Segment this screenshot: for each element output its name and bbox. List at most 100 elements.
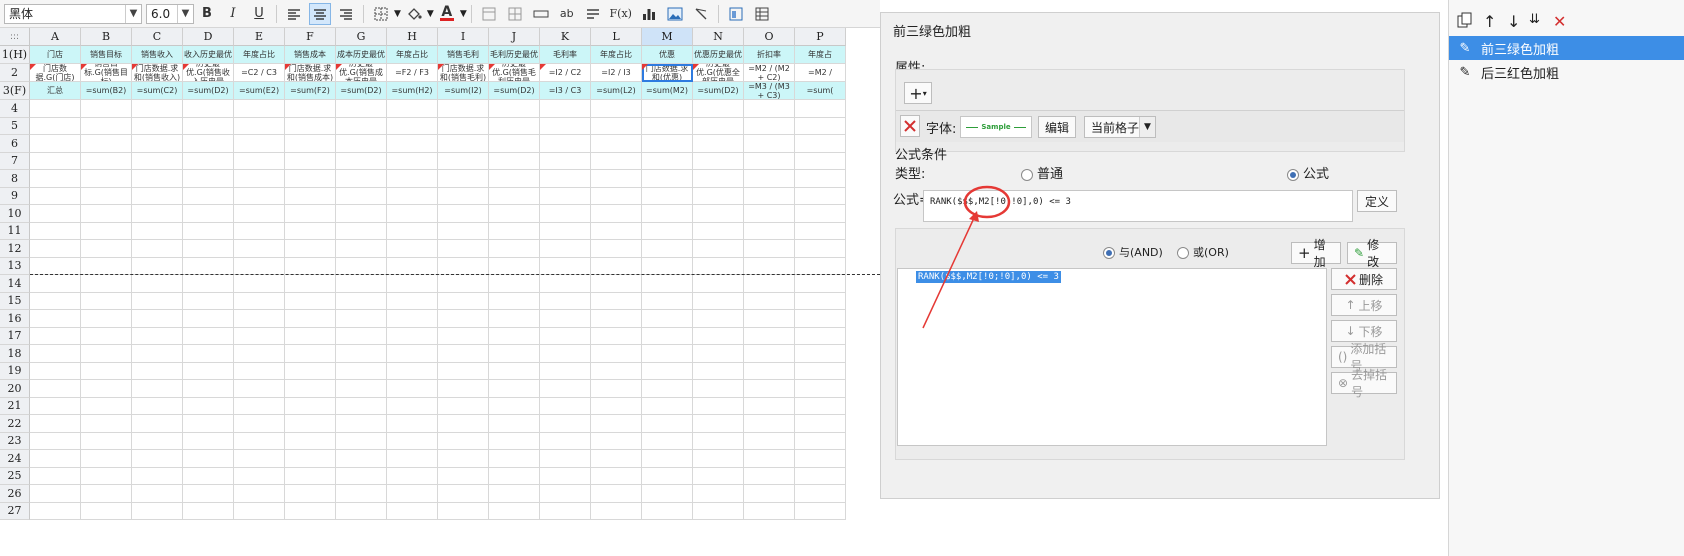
row-header[interactable]: 14 — [0, 275, 30, 293]
grid-cell[interactable] — [234, 450, 285, 468]
row-header[interactable]: 9 — [0, 187, 30, 205]
grid-cell[interactable]: =sum(M2) — [642, 82, 693, 100]
grid-cell[interactable]: =sum(F2) — [285, 82, 336, 100]
grid-cell[interactable] — [795, 415, 846, 433]
grid-cell[interactable] — [591, 310, 642, 328]
grid-cell[interactable] — [693, 502, 744, 520]
grid-cell[interactable] — [387, 485, 438, 503]
grid-cell[interactable] — [30, 257, 81, 275]
column-header[interactable]: A — [30, 28, 81, 46]
grid-cell[interactable] — [795, 432, 846, 450]
italic-button[interactable]: I — [222, 3, 244, 25]
row-header[interactable]: 23 — [0, 432, 30, 450]
grid-cell[interactable] — [744, 450, 795, 468]
row-header[interactable]: 24 — [0, 450, 30, 468]
grid-cell[interactable] — [642, 380, 693, 398]
grid-cell[interactable] — [336, 135, 387, 153]
row-header[interactable]: 7 — [0, 152, 30, 170]
grid-cell[interactable] — [795, 467, 846, 485]
grid-cell[interactable] — [540, 327, 591, 345]
grid-cell[interactable] — [489, 362, 540, 380]
align-right-icon[interactable] — [335, 3, 357, 25]
grid-cell[interactable] — [234, 362, 285, 380]
grid-cell[interactable] — [81, 432, 132, 450]
grid-cell[interactable]: 门店数据.求和(优惠) — [642, 64, 693, 82]
grid-cell[interactable] — [693, 345, 744, 363]
grid-cell[interactable]: 销售成本 — [285, 46, 336, 64]
grid-cell[interactable] — [132, 240, 183, 258]
row-header[interactable]: 8 — [0, 170, 30, 188]
grid-cell[interactable] — [642, 152, 693, 170]
grid-cell[interactable] — [744, 292, 795, 310]
grid-cell[interactable] — [30, 292, 81, 310]
image-icon[interactable] — [664, 3, 686, 25]
grid-cell[interactable] — [591, 485, 642, 503]
grid-cell[interactable] — [489, 152, 540, 170]
grid-cell[interactable] — [540, 100, 591, 118]
grid-cell[interactable]: 历史最优.G(销售成本历史最 — [336, 64, 387, 82]
grid-cell[interactable] — [81, 415, 132, 433]
grid-cell[interactable] — [132, 100, 183, 118]
grid-cell[interactable] — [438, 415, 489, 433]
grid-cell[interactable] — [234, 502, 285, 520]
grid-cell[interactable] — [285, 485, 336, 503]
grid-cell[interactable] — [693, 257, 744, 275]
grid-cell[interactable] — [30, 415, 81, 433]
grid-cell[interactable] — [387, 117, 438, 135]
grid-cell[interactable] — [744, 467, 795, 485]
grid-cell[interactable] — [183, 292, 234, 310]
grid-cell[interactable] — [540, 222, 591, 240]
grid-cell[interactable] — [336, 450, 387, 468]
grid-cell[interactable]: =sum(C2) — [132, 82, 183, 100]
column-header[interactable]: D — [183, 28, 234, 46]
grid-cell[interactable] — [285, 117, 336, 135]
grid-cell[interactable]: =sum(D2) — [693, 82, 744, 100]
grid-cell[interactable] — [438, 240, 489, 258]
grid-cell[interactable]: =sum(D2) — [489, 82, 540, 100]
grid-cell[interactable] — [795, 187, 846, 205]
row-header[interactable]: 20 — [0, 380, 30, 398]
grid-cell[interactable] — [591, 222, 642, 240]
grid-cell[interactable] — [438, 187, 489, 205]
grid-cell[interactable] — [540, 292, 591, 310]
grid-cell[interactable] — [744, 415, 795, 433]
copy-icon[interactable] — [1457, 12, 1473, 32]
grid-cell[interactable] — [132, 205, 183, 223]
grid-cell[interactable] — [81, 100, 132, 118]
grid-cell[interactable] — [234, 240, 285, 258]
grid-cell[interactable]: =I3 / C3 — [540, 82, 591, 100]
grid-cell[interactable] — [438, 432, 489, 450]
grid-cell[interactable] — [693, 152, 744, 170]
grid-cell[interactable] — [183, 135, 234, 153]
grid-cell[interactable] — [642, 135, 693, 153]
grid-cell[interactable] — [336, 327, 387, 345]
grid-cell[interactable] — [285, 240, 336, 258]
bar-chart-icon[interactable] — [638, 3, 660, 25]
grid-cell[interactable] — [285, 135, 336, 153]
grid-cell[interactable] — [183, 275, 234, 293]
grid-cell[interactable] — [438, 380, 489, 398]
grid-cell[interactable] — [132, 222, 183, 240]
grid-cell[interactable]: =I2 / C2 — [540, 64, 591, 82]
grid-cell[interactable] — [132, 345, 183, 363]
grid-cell[interactable] — [591, 450, 642, 468]
fill-color-icon[interactable] — [403, 3, 425, 25]
grid-cell[interactable] — [30, 485, 81, 503]
grid-cell[interactable] — [387, 292, 438, 310]
grid-cell[interactable] — [438, 135, 489, 153]
row-header[interactable]: 3(F) — [0, 82, 30, 100]
grid-cell[interactable] — [183, 345, 234, 363]
grid-cell[interactable] — [183, 397, 234, 415]
grid-cell[interactable] — [234, 257, 285, 275]
grid-cell[interactable] — [30, 310, 81, 328]
grid-cell[interactable]: 门店数据.求和(销售收入) — [132, 64, 183, 82]
grid-cell[interactable] — [81, 222, 132, 240]
grid-cell[interactable] — [795, 450, 846, 468]
ab-text-button[interactable]: ab — [556, 3, 578, 25]
grid-cell[interactable] — [285, 257, 336, 275]
grid-cell[interactable] — [234, 117, 285, 135]
row-header[interactable]: 6 — [0, 135, 30, 153]
grid-cell[interactable] — [285, 450, 336, 468]
grid-cell[interactable] — [591, 275, 642, 293]
grid-cell[interactable] — [744, 397, 795, 415]
